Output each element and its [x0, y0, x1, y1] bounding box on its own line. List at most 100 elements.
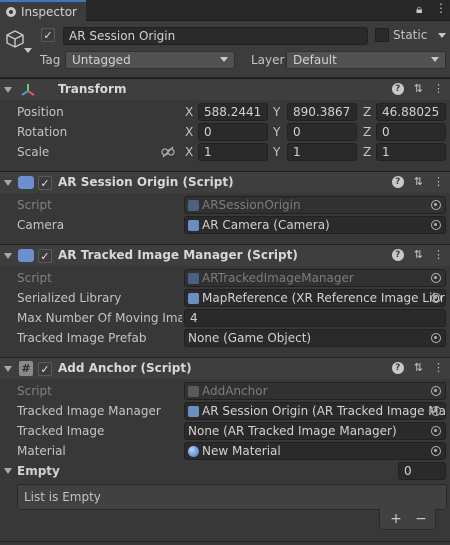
axis-z-label[interactable]: Z	[363, 125, 371, 139]
axis-x-label[interactable]: X	[185, 125, 193, 139]
csharp-script-icon: #	[19, 361, 33, 376]
axis-y-label[interactable]: Y	[273, 145, 280, 159]
script-label: Script	[17, 271, 52, 285]
ar-tracked-image-manager-header[interactable]: ✓ AR Tracked Image Manager (Script) ? ⇅ …	[0, 244, 450, 266]
preset-icon[interactable]: ⇅	[414, 175, 423, 188]
help-icon[interactable]: ?	[391, 83, 404, 95]
axis-y-label[interactable]: Y	[273, 125, 280, 139]
tab-inspector[interactable]: Inspector	[0, 0, 86, 21]
material-value: New Material	[202, 444, 281, 458]
list-foldout-arrow-icon[interactable]	[4, 468, 12, 474]
tag-value: Untagged	[72, 53, 131, 67]
info-icon	[6, 6, 16, 17]
foldout-arrow-icon[interactable]	[4, 180, 12, 186]
add-anchor-header[interactable]: # ✓ Add Anchor (Script) ? ⇅ ⋮	[0, 357, 450, 379]
script-file-icon	[188, 199, 199, 211]
material-field[interactable]: New Material	[184, 442, 446, 460]
context-menu-icon[interactable]: ⋮	[433, 175, 444, 188]
script-value: ARTrackedImageManager	[202, 271, 354, 285]
transform-header[interactable]: Transform ? ⇅ ⋮	[0, 78, 450, 100]
max-moving-images-label: Max Number Of Moving Images	[17, 311, 182, 325]
context-menu-icon[interactable]: ⋮	[433, 248, 444, 261]
serialized-library-label: Serialized Library	[17, 291, 122, 305]
object-picker-icon	[431, 273, 441, 283]
foldout-arrow-icon[interactable]	[4, 87, 12, 93]
script-value: ARSessionOrigin	[202, 198, 301, 212]
icon-dropdown-arrow-icon[interactable]	[24, 48, 32, 53]
tab-menu-icon[interactable]: ⋮	[435, 1, 447, 15]
ar-session-origin-header[interactable]: ✓ AR Session Origin (Script) ? ⇅ ⋮	[0, 171, 450, 193]
list-size-input[interactable]: 0	[398, 462, 446, 480]
help-icon[interactable]: ?	[391, 362, 404, 374]
object-picker-icon[interactable]	[431, 293, 441, 303]
help-icon[interactable]: ?	[391, 249, 404, 261]
position-z-input[interactable]: 46.88025	[376, 103, 446, 121]
object-header: ✓ AR Session Origin Static Tag Untagged …	[0, 21, 450, 78]
script-field: ARSessionOrigin	[184, 196, 446, 214]
layer-dropdown[interactable]: Default	[286, 51, 446, 69]
object-picker-icon[interactable]	[431, 220, 441, 230]
preset-icon[interactable]: ⇅	[414, 361, 423, 374]
help-icon[interactable]: ?	[391, 176, 404, 188]
tracked-image-manager-label: Tracked Image Manager	[17, 404, 161, 418]
camera-field[interactable]: AR Camera (Camera)	[184, 216, 446, 234]
component-enabled-checkbox[interactable]: ✓	[38, 249, 52, 263]
scale-x-input[interactable]: 1	[198, 143, 268, 161]
tracked-image-manager-field[interactable]: AR Session Origin (AR Tracked Image Ma	[184, 402, 446, 420]
script-label: Script	[17, 198, 52, 212]
tracked-image-field[interactable]: None (AR Tracked Image Manager)	[184, 422, 446, 440]
serialized-library-value: MapReference (XR Reference Image Libra	[202, 291, 446, 305]
axis-z-label[interactable]: Z	[363, 105, 371, 119]
preset-icon[interactable]: ⇅	[414, 82, 423, 95]
foldout-arrow-icon[interactable]	[4, 366, 12, 372]
context-menu-icon[interactable]: ⋮	[433, 361, 444, 374]
object-name-input[interactable]: AR Session Origin	[63, 27, 368, 45]
empty-list-label[interactable]: Empty	[17, 464, 60, 478]
max-moving-images-input[interactable]: 4	[184, 309, 446, 327]
serialized-library-field[interactable]: MapReference (XR Reference Image Libra	[184, 289, 446, 307]
script-field: ARTrackedImageManager	[184, 269, 446, 287]
reference-library-icon	[188, 292, 199, 304]
scale-z-input[interactable]: 1	[376, 143, 446, 161]
list-empty-text: List is Empty	[24, 490, 101, 504]
remove-element-button[interactable]: −	[409, 510, 433, 528]
layer-value: Default	[293, 53, 337, 67]
material-sphere-icon	[188, 445, 199, 457]
csharp-file-icon	[188, 385, 199, 397]
camera-label: Camera	[17, 218, 65, 232]
constrain-proportions-link-icon[interactable]	[161, 146, 175, 158]
axis-x-label[interactable]: X	[185, 145, 193, 159]
component-enabled-checkbox[interactable]: ✓	[38, 362, 52, 376]
axis-x-label[interactable]: X	[185, 105, 193, 119]
position-y-input[interactable]: 890.3867	[287, 103, 357, 121]
add-element-button[interactable]: +	[384, 510, 408, 528]
script-label: Script	[17, 384, 52, 398]
object-picker-icon[interactable]	[431, 426, 441, 436]
static-dropdown-arrow-icon[interactable]	[438, 33, 446, 38]
tracked-image-prefab-field[interactable]: None (Game Object)	[184, 329, 446, 347]
foldout-arrow-icon[interactable]	[4, 253, 12, 259]
rotation-y-input[interactable]: 0	[287, 123, 357, 141]
tracked-image-prefab-label: Tracked Image Prefab	[17, 331, 147, 345]
position-x-input[interactable]: 588.2441	[198, 103, 268, 121]
tag-dropdown[interactable]: Untagged	[65, 51, 235, 69]
preset-icon[interactable]: ⇅	[414, 248, 423, 261]
rotation-x-input[interactable]: 0	[198, 123, 268, 141]
transform-icon	[21, 84, 35, 96]
lock-icon[interactable]: 🔒︎	[416, 2, 422, 17]
static-checkbox[interactable]	[375, 28, 389, 42]
axis-y-label[interactable]: Y	[273, 105, 280, 119]
active-checkbox[interactable]: ✓	[41, 28, 55, 42]
component-title: AR Tracked Image Manager (Script)	[58, 248, 298, 262]
object-picker-icon[interactable]	[431, 406, 441, 416]
object-picker-icon	[431, 200, 441, 210]
axis-z-label[interactable]: Z	[363, 145, 371, 159]
component-enabled-checkbox[interactable]: ✓	[38, 176, 52, 190]
script-field: AddAnchor	[184, 382, 446, 400]
object-picker-icon[interactable]	[431, 333, 441, 343]
rotation-z-input[interactable]: 0	[376, 123, 446, 141]
tracked-image-manager-value: AR Session Origin (AR Tracked Image Ma	[202, 404, 446, 418]
object-picker-icon[interactable]	[431, 446, 441, 456]
scale-y-input[interactable]: 1	[287, 143, 357, 161]
context-menu-icon[interactable]: ⋮	[433, 82, 444, 95]
